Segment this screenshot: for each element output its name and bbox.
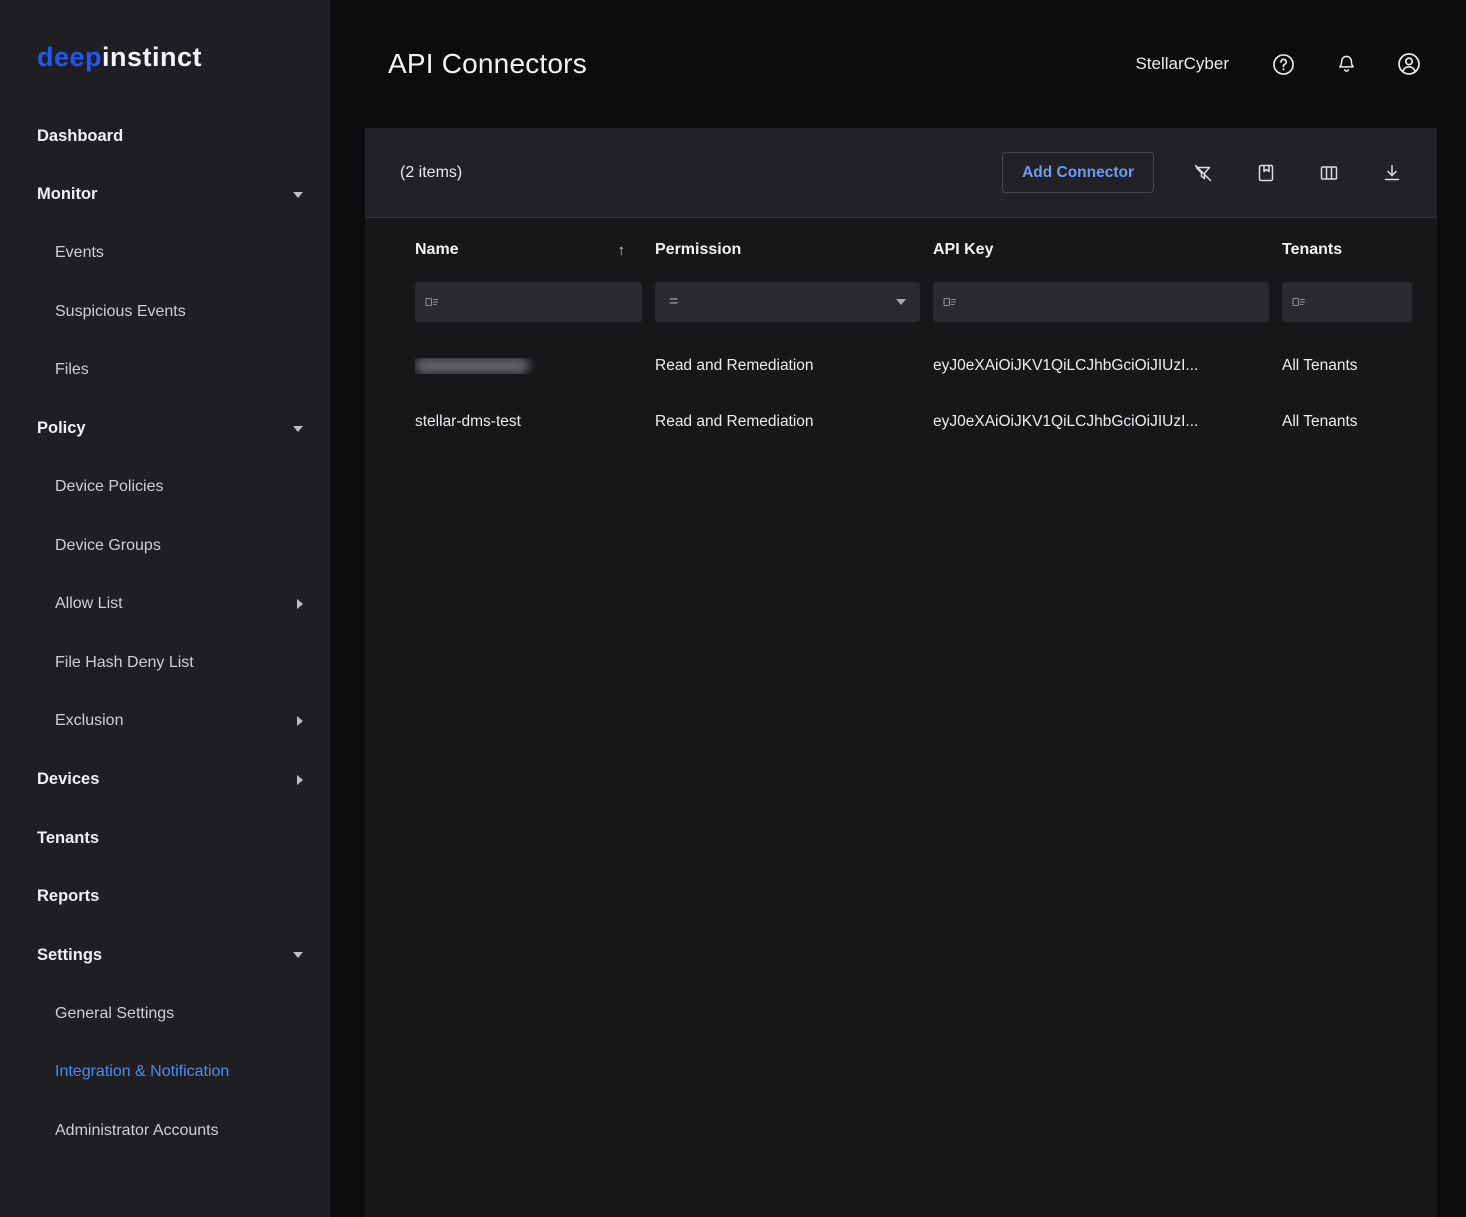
account-name: StellarCyber (1135, 54, 1229, 74)
sidebar-item-label: Allow List (55, 595, 123, 613)
sidebar-item-label: Administrator Accounts (55, 1122, 219, 1140)
api-key-filter-cell (933, 282, 1282, 322)
sidebar: deepinstinct Dashboard Monitor Events Su… (0, 0, 330, 1217)
sidebar-item-monitor[interactable]: Monitor (0, 166, 330, 225)
sidebar-item-administrator-accounts[interactable]: Administrator Accounts (0, 1102, 330, 1161)
top-header: API Connectors StellarCyber (330, 0, 1466, 128)
api-key-filter-input[interactable] (933, 282, 1269, 322)
filter-row: = (365, 282, 1437, 338)
column-header-api-key[interactable]: API Key (933, 241, 1282, 259)
deepinstinct-logo: deepinstinct (0, 0, 330, 73)
cell-permission: Read and Remediation (655, 357, 933, 375)
column-label: Tenants (1282, 241, 1342, 259)
cell-tenants: All Tenants (1282, 357, 1425, 375)
sidebar-item-label: Integration & Notification (55, 1063, 229, 1081)
permission-filter-select[interactable]: = (655, 282, 920, 322)
column-label: Permission (655, 241, 741, 259)
tenants-filter-cell (1282, 282, 1425, 322)
sidebar-item-label: Suspicious Events (55, 303, 186, 321)
chevron-down-icon (896, 299, 906, 305)
clear-filters-icon[interactable] (1192, 162, 1214, 184)
sidebar-item-device-groups[interactable]: Device Groups (0, 517, 330, 576)
cell-api-key: eyJ0eXAiOiJKV1QiLCJhbGciOiJIUzI... (933, 413, 1282, 431)
logo-instinct: instinct (102, 42, 202, 72)
column-label: API Key (933, 241, 993, 259)
sidebar-nav: Dashboard Monitor Events Suspicious Even… (0, 107, 330, 1160)
table-header-row: Name ↑ Permission API Key Tenants (365, 218, 1437, 282)
add-connector-button[interactable]: Add Connector (1002, 152, 1154, 193)
logo-deep: deep (37, 42, 102, 72)
sidebar-item-label: Exclusion (55, 712, 123, 730)
sidebar-item-integration-notification[interactable]: Integration & Notification (0, 1043, 330, 1102)
account-icon[interactable] (1396, 51, 1422, 77)
cell-tenants: All Tenants (1282, 413, 1425, 431)
sidebar-item-label: Settings (37, 946, 102, 965)
grid-toolbar: (2 items) Add Connector (365, 128, 1437, 218)
cell-name: stellar-dms-test (415, 413, 655, 431)
sidebar-item-label: General Settings (55, 1005, 174, 1023)
cell-api-key: eyJ0eXAiOiJKV1QiLCJhbGciOiJIUzI... (933, 357, 1282, 375)
name-filter-cell (415, 282, 655, 322)
main-area: API Connectors StellarCyber (330, 0, 1466, 1217)
sidebar-item-dashboard[interactable]: Dashboard (0, 107, 330, 166)
app-window: deepinstinct Dashboard Monitor Events Su… (0, 0, 1466, 1217)
sidebar-item-label: Files (55, 361, 89, 379)
save-layout-icon[interactable] (1255, 162, 1277, 184)
sidebar-item-settings[interactable]: Settings (0, 926, 330, 985)
columns-icon[interactable] (1318, 162, 1340, 184)
bell-icon[interactable] (1333, 51, 1359, 77)
name-filter-input[interactable] (415, 282, 642, 322)
sidebar-item-label: Devices (37, 770, 99, 789)
table-row[interactable]: stellar-dms-test Read and Remediation ey… (365, 394, 1437, 450)
sidebar-item-label: Reports (37, 887, 99, 906)
chevron-down-icon (293, 192, 303, 198)
sidebar-item-label: Tenants (37, 829, 99, 848)
chevron-down-icon (293, 952, 303, 958)
header-actions: StellarCyber (1135, 51, 1422, 77)
page-title: API Connectors (388, 48, 587, 80)
chevron-right-icon (297, 716, 303, 726)
sidebar-item-label: Device Policies (55, 478, 163, 496)
sidebar-item-general-settings[interactable]: General Settings (0, 985, 330, 1044)
column-header-tenants[interactable]: Tenants (1282, 241, 1425, 259)
cell-permission: Read and Remediation (655, 413, 933, 431)
sidebar-item-files[interactable]: Files (0, 341, 330, 400)
sidebar-item-label: Device Groups (55, 537, 161, 555)
chevron-right-icon (297, 599, 303, 609)
sidebar-item-exclusion[interactable]: Exclusion (0, 692, 330, 751)
sidebar-item-label: Events (55, 244, 104, 262)
table-row[interactable]: Read and Remediation eyJ0eXAiOiJKV1QiLCJ… (365, 338, 1437, 394)
sidebar-item-reports[interactable]: Reports (0, 868, 330, 927)
chevron-right-icon (297, 775, 303, 785)
equals-operator: = (669, 293, 678, 311)
sidebar-item-label: Policy (37, 419, 86, 438)
sidebar-item-label: Dashboard (37, 127, 123, 146)
cell-name (415, 358, 655, 374)
sort-ascending-icon[interactable]: ↑ (618, 242, 626, 259)
grid-toolbar-actions: Add Connector (1002, 152, 1403, 193)
chevron-down-icon (293, 426, 303, 432)
column-header-name[interactable]: Name ↑ (415, 241, 655, 259)
redacted-name (415, 358, 529, 374)
sidebar-item-events[interactable]: Events (0, 224, 330, 283)
items-count: (2 items) (400, 164, 462, 182)
sidebar-item-policy[interactable]: Policy (0, 400, 330, 459)
download-icon[interactable] (1381, 162, 1403, 184)
sidebar-item-devices[interactable]: Devices (0, 751, 330, 810)
sidebar-item-device-policies[interactable]: Device Policies (0, 458, 330, 517)
column-label: Name (415, 241, 459, 259)
sidebar-item-tenants[interactable]: Tenants (0, 809, 330, 868)
tenants-filter-input[interactable] (1282, 282, 1412, 322)
sidebar-item-suspicious-events[interactable]: Suspicious Events (0, 283, 330, 342)
sidebar-item-label: Monitor (37, 185, 97, 204)
connectors-panel: (2 items) Add Connector (365, 128, 1437, 1217)
sidebar-item-file-hash-deny-list[interactable]: File Hash Deny List (0, 634, 330, 693)
help-icon[interactable] (1270, 51, 1296, 77)
permission-filter-cell: = (655, 282, 933, 322)
column-header-permission[interactable]: Permission (655, 241, 933, 259)
sidebar-item-label: File Hash Deny List (55, 654, 194, 672)
sidebar-item-allow-list[interactable]: Allow List (0, 575, 330, 634)
